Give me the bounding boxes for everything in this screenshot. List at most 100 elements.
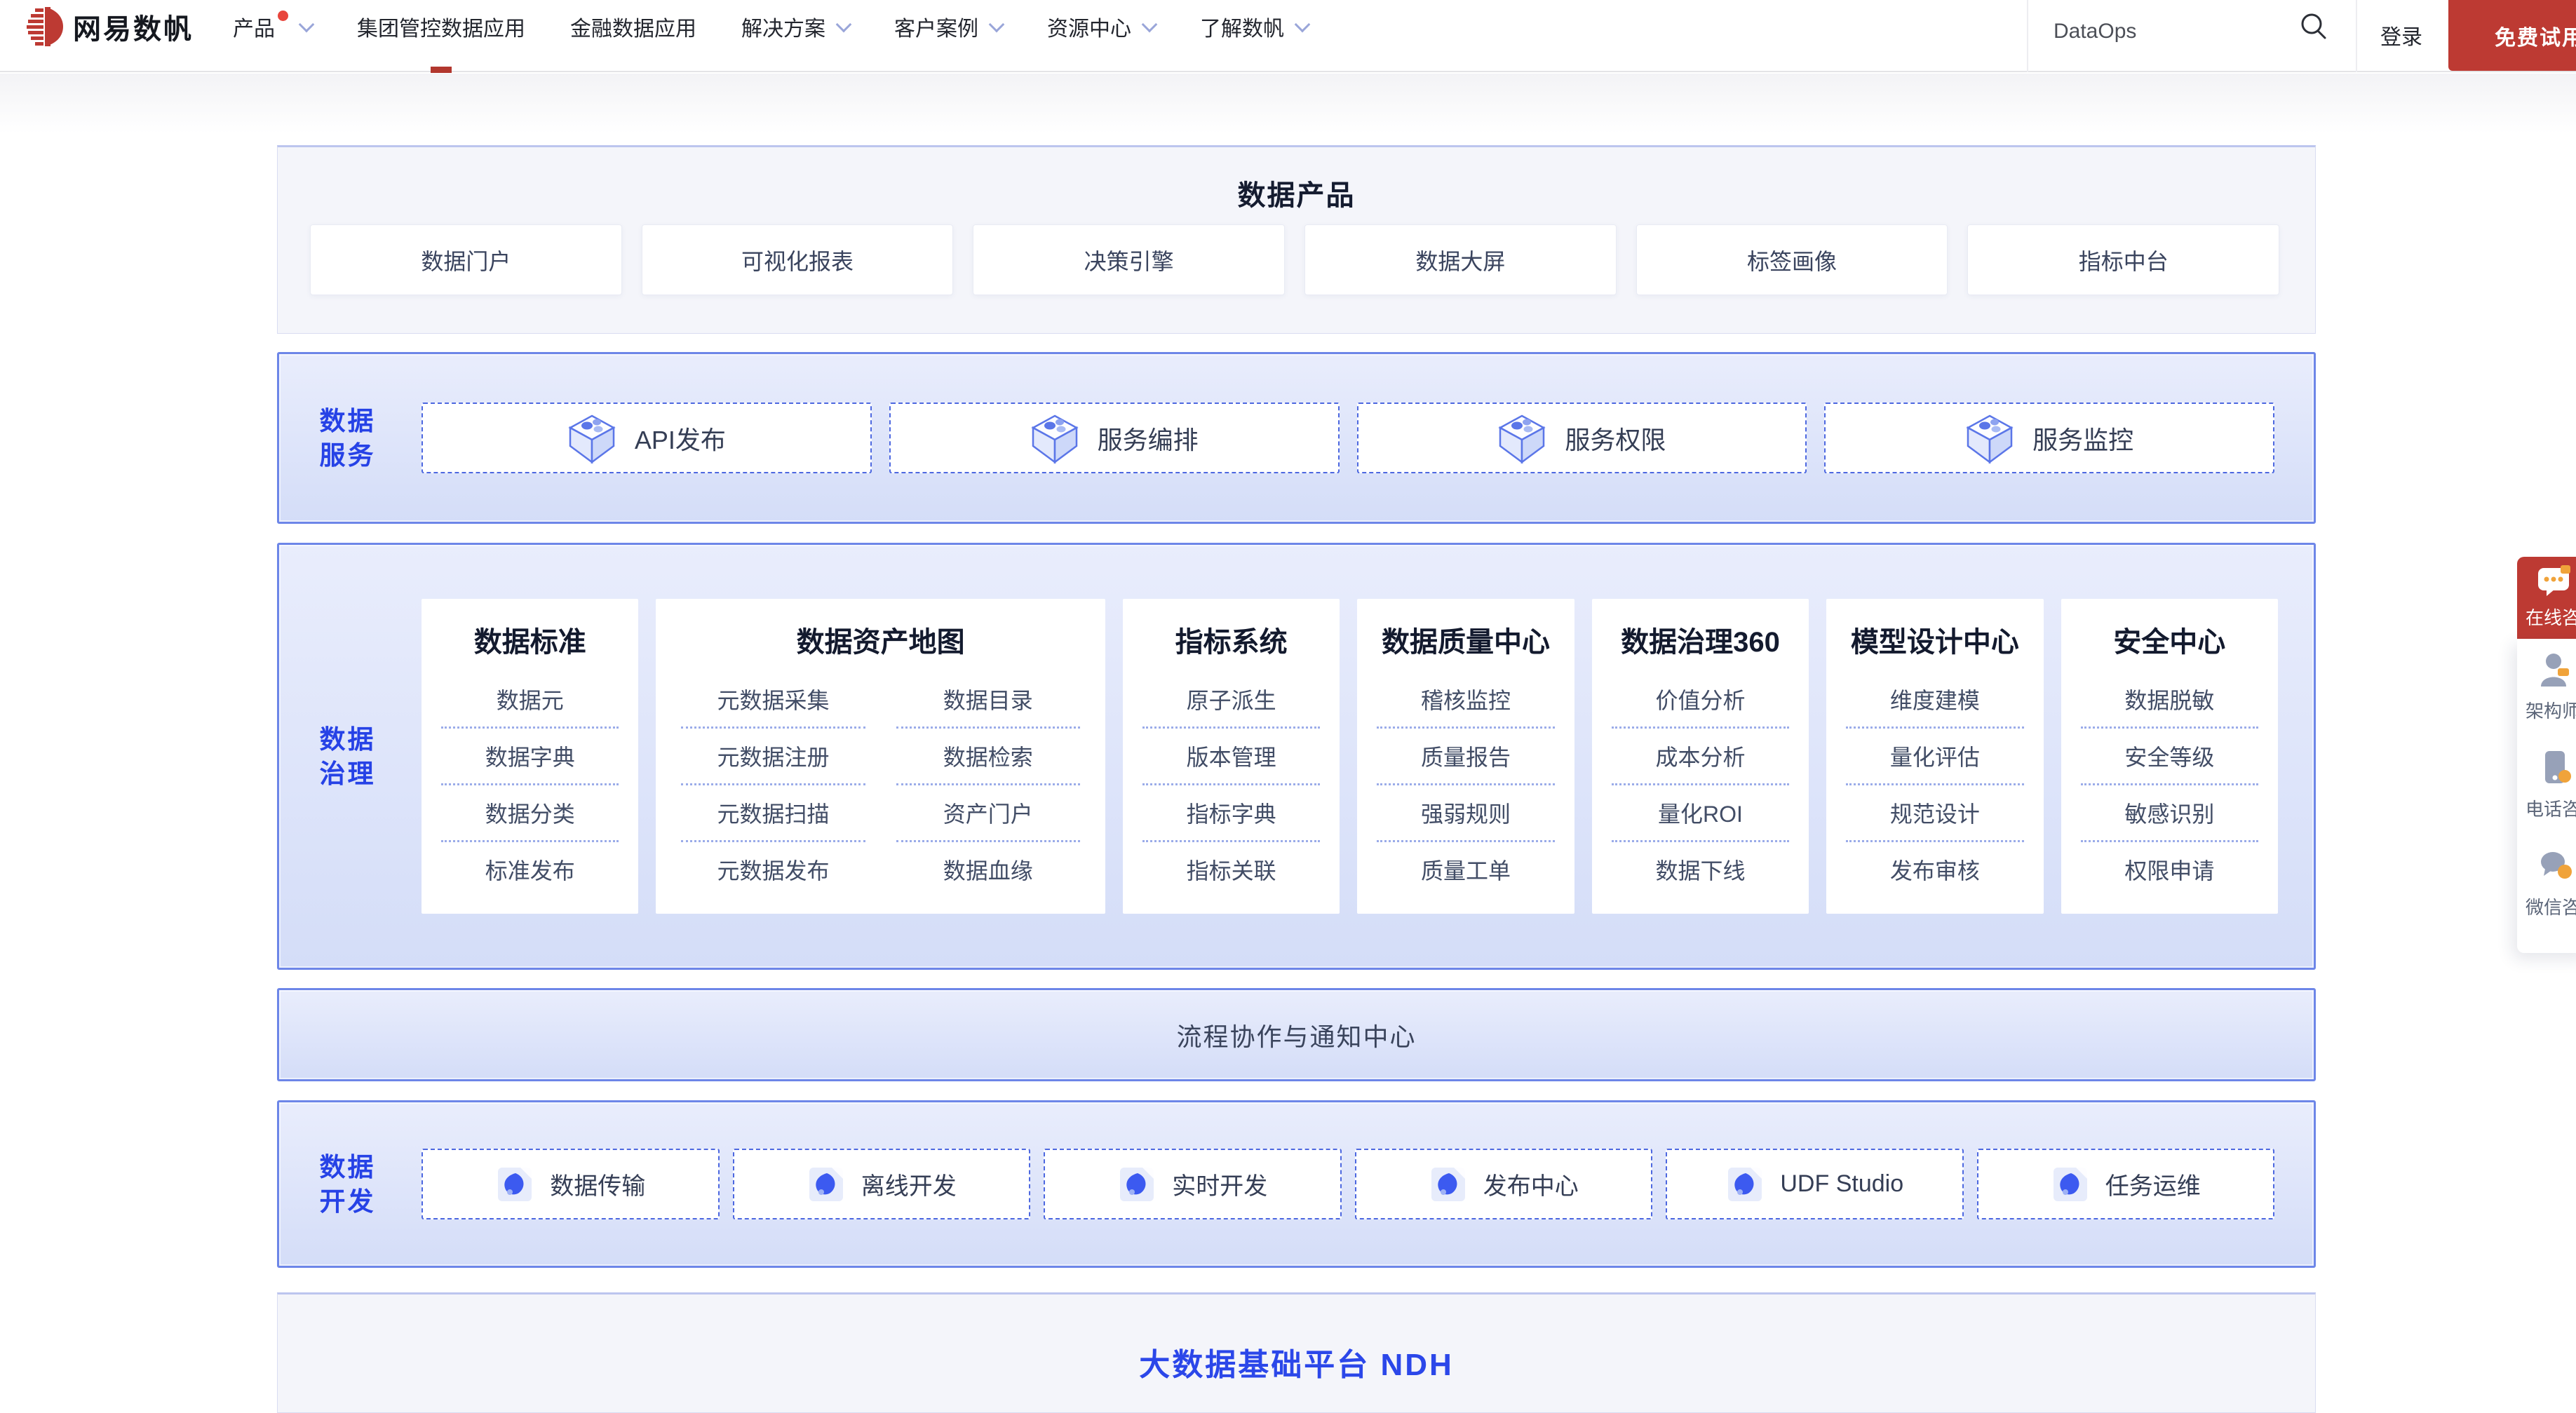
governance-column-asset-map: 数据资产地图 元数据采集元数据注册元数据扫描元数据发布 数据目录数据检索资产门户… bbox=[656, 599, 1105, 914]
governance-item[interactable]: 数据下线 bbox=[1612, 842, 1789, 897]
service-card[interactable]: 服务编排 bbox=[889, 403, 1340, 473]
governance-item[interactable]: 数据检索 bbox=[896, 729, 1080, 785]
governance-column-title[interactable]: 数据质量中心 bbox=[1357, 620, 1574, 665]
governance-column-governance-360: 数据治理360 价值分析成本分析量化ROI数据下线 bbox=[1592, 599, 1809, 914]
chevron-down-icon bbox=[989, 16, 1005, 32]
product-card[interactable]: 数据门户 bbox=[310, 224, 622, 295]
governance-item-list: 稽核监控质量报告强弱规则质量工单 bbox=[1357, 672, 1574, 897]
governance-item[interactable]: 质量工单 bbox=[1377, 842, 1554, 897]
governance-item[interactable]: 数据目录 bbox=[896, 672, 1080, 729]
nav-menu-item[interactable]: 客户案例 bbox=[894, 0, 1002, 53]
development-card[interactable]: 发布中心 bbox=[1355, 1149, 1653, 1219]
governance-item[interactable]: 数据血缘 bbox=[896, 842, 1080, 897]
product-card[interactable]: 可视化报表 bbox=[642, 224, 954, 295]
governance-item[interactable]: 数据分类 bbox=[441, 785, 619, 842]
phone-consult-button[interactable]: 电话咨询 bbox=[2517, 744, 2576, 842]
nav-menu-item[interactable]: 金融数据应用 bbox=[570, 0, 696, 53]
governance-item[interactable]: 成本分析 bbox=[1612, 729, 1789, 785]
section-side-label: 数据 服务 bbox=[279, 354, 416, 522]
governance-item[interactable]: 数据字典 bbox=[441, 729, 619, 785]
governance-item[interactable]: 元数据扫描 bbox=[681, 785, 865, 842]
development-card[interactable]: 任务运维 bbox=[1977, 1149, 2275, 1219]
chevron-down-icon bbox=[1295, 16, 1311, 32]
nav-menu-item[interactable]: 集团管控数据应用 bbox=[357, 0, 525, 53]
development-card[interactable]: UDF Studio bbox=[1666, 1149, 1964, 1219]
dev-module-icon bbox=[807, 1165, 846, 1204]
wechat-consult-button[interactable]: 微信咨询 bbox=[2517, 842, 2576, 940]
page: 网易数帆 产品 集团管控数据应用 金融数据应 bbox=[0, 0, 2576, 1413]
governance-column-metric-system: 指标系统 原子派生版本管理指标字典指标关联 bbox=[1123, 599, 1340, 914]
development-card[interactable]: 离线开发 bbox=[733, 1149, 1031, 1219]
governance-item[interactable]: 数据脱敏 bbox=[2081, 672, 2258, 729]
nav-menu-item[interactable]: 解决方案 bbox=[741, 0, 849, 53]
governance-item[interactable]: 量化ROI bbox=[1612, 785, 1789, 842]
development-card[interactable]: 实时开发 bbox=[1044, 1149, 1342, 1219]
section-data-governance: 数据 治理 数据标准 数据元数据字典数据分类标准发布 数据资产地图 元数据采集元… bbox=[277, 543, 2316, 970]
governance-column-title[interactable]: 指标系统 bbox=[1123, 620, 1340, 665]
governance-item[interactable]: 元数据注册 bbox=[681, 729, 865, 785]
governance-item[interactable]: 元数据采集 bbox=[681, 672, 865, 729]
architect-consult-button[interactable]: 架构师咨询 bbox=[2517, 646, 2576, 744]
product-card[interactable]: 决策引擎 bbox=[973, 224, 1285, 295]
architect-person-icon bbox=[2538, 651, 2575, 689]
chevron-down-icon bbox=[299, 16, 315, 32]
search-input[interactable]: DataOps bbox=[2054, 20, 2136, 43]
governance-column-title[interactable]: 安全中心 bbox=[2061, 620, 2278, 665]
side-label-line2: 服务 bbox=[320, 438, 376, 473]
architect-consult-label: 架构师咨询 bbox=[2526, 697, 2576, 723]
governance-column-title[interactable]: 数据标准 bbox=[422, 620, 638, 665]
product-card[interactable]: 标签画像 bbox=[1636, 224, 1948, 295]
governance-column-title[interactable]: 模型设计中心 bbox=[1826, 620, 2043, 665]
section-data-products: 数据产品 数据门户 可视化报表 决策引擎 数据大屏 bbox=[277, 145, 2316, 334]
product-card[interactable]: 数据大屏 bbox=[1304, 224, 1617, 295]
governance-column-title[interactable]: 数据治理360 bbox=[1592, 620, 1809, 665]
governance-item[interactable]: 指标字典 bbox=[1142, 785, 1320, 842]
phone-icon bbox=[2538, 750, 2575, 787]
free-trial-button[interactable]: 免费试用 bbox=[2448, 0, 2576, 71]
login-button[interactable]: 登录 bbox=[2380, 20, 2422, 50]
governance-item[interactable]: 版本管理 bbox=[1142, 729, 1320, 785]
governance-item[interactable]: 元数据发布 bbox=[681, 842, 865, 897]
development-card-label: 离线开发 bbox=[861, 1167, 957, 1201]
governance-item[interactable]: 权限申请 bbox=[2081, 842, 2258, 897]
product-card[interactable]: 指标中台 bbox=[1967, 224, 2279, 295]
data-cube-icon bbox=[567, 412, 616, 465]
governance-item[interactable]: 敏感识别 bbox=[2081, 785, 2258, 842]
nav-menu-item[interactable]: 了解数帆 bbox=[1200, 0, 1308, 53]
brand-logo[interactable]: 网易数帆 bbox=[24, 6, 194, 47]
nav-menu-item[interactable]: 产品 bbox=[233, 0, 312, 53]
governance-item[interactable]: 规范设计 bbox=[1846, 785, 2023, 842]
governance-item[interactable]: 安全等级 bbox=[2081, 729, 2258, 785]
service-card[interactable]: 服务监控 bbox=[1824, 403, 2274, 473]
nav-menu-item-label: 产品 bbox=[233, 11, 275, 42]
governance-item[interactable]: 指标关联 bbox=[1142, 842, 1320, 897]
governance-column-quality-center: 数据质量中心 稽核监控质量报告强弱规则质量工单 bbox=[1357, 599, 1574, 914]
product-card-label: 数据大屏 bbox=[1415, 244, 1505, 276]
governance-item[interactable]: 强弱规则 bbox=[1377, 785, 1554, 842]
dev-module-icon bbox=[495, 1165, 534, 1204]
governance-item[interactable]: 数据元 bbox=[441, 672, 619, 729]
governance-item[interactable]: 标准发布 bbox=[441, 842, 619, 897]
governance-columns: 数据标准 数据元数据字典数据分类标准发布 数据资产地图 元数据采集元数据注册元数… bbox=[422, 599, 2278, 914]
governance-column-title[interactable]: 数据资产地图 bbox=[656, 620, 1105, 665]
section-data-development: 数据 开发 数据传输 bbox=[277, 1100, 2316, 1268]
governance-item[interactable]: 价值分析 bbox=[1612, 672, 1789, 729]
governance-item[interactable]: 原子派生 bbox=[1142, 672, 1320, 729]
dev-module-icon bbox=[1429, 1165, 1468, 1204]
search-icon[interactable] bbox=[2298, 11, 2330, 43]
governance-item[interactable]: 质量报告 bbox=[1377, 729, 1554, 785]
governance-item[interactable]: 维度建模 bbox=[1846, 672, 2023, 729]
service-card[interactable]: API发布 bbox=[422, 403, 872, 473]
governance-column-security-center: 安全中心 数据脱敏安全等级敏感识别权限申请 bbox=[2061, 599, 2278, 914]
nav-menu-item[interactable]: 资源中心 bbox=[1047, 0, 1155, 53]
online-consult-button[interactable]: 在线咨询 bbox=[2517, 557, 2576, 639]
platform-bar-label[interactable]: 大数据基础平台 NDH bbox=[278, 1339, 2315, 1384]
development-card[interactable]: 数据传输 bbox=[422, 1149, 720, 1219]
governance-item[interactable]: 量化评估 bbox=[1846, 729, 2023, 785]
governance-item[interactable]: 资产门户 bbox=[896, 785, 1080, 842]
governance-item-list: 价值分析成本分析量化ROI数据下线 bbox=[1592, 672, 1809, 897]
governance-item[interactable]: 稽核监控 bbox=[1377, 672, 1554, 729]
side-label-line2: 治理 bbox=[320, 757, 376, 791]
governance-item[interactable]: 发布审核 bbox=[1846, 842, 2023, 897]
service-card[interactable]: 服务权限 bbox=[1357, 403, 1807, 473]
